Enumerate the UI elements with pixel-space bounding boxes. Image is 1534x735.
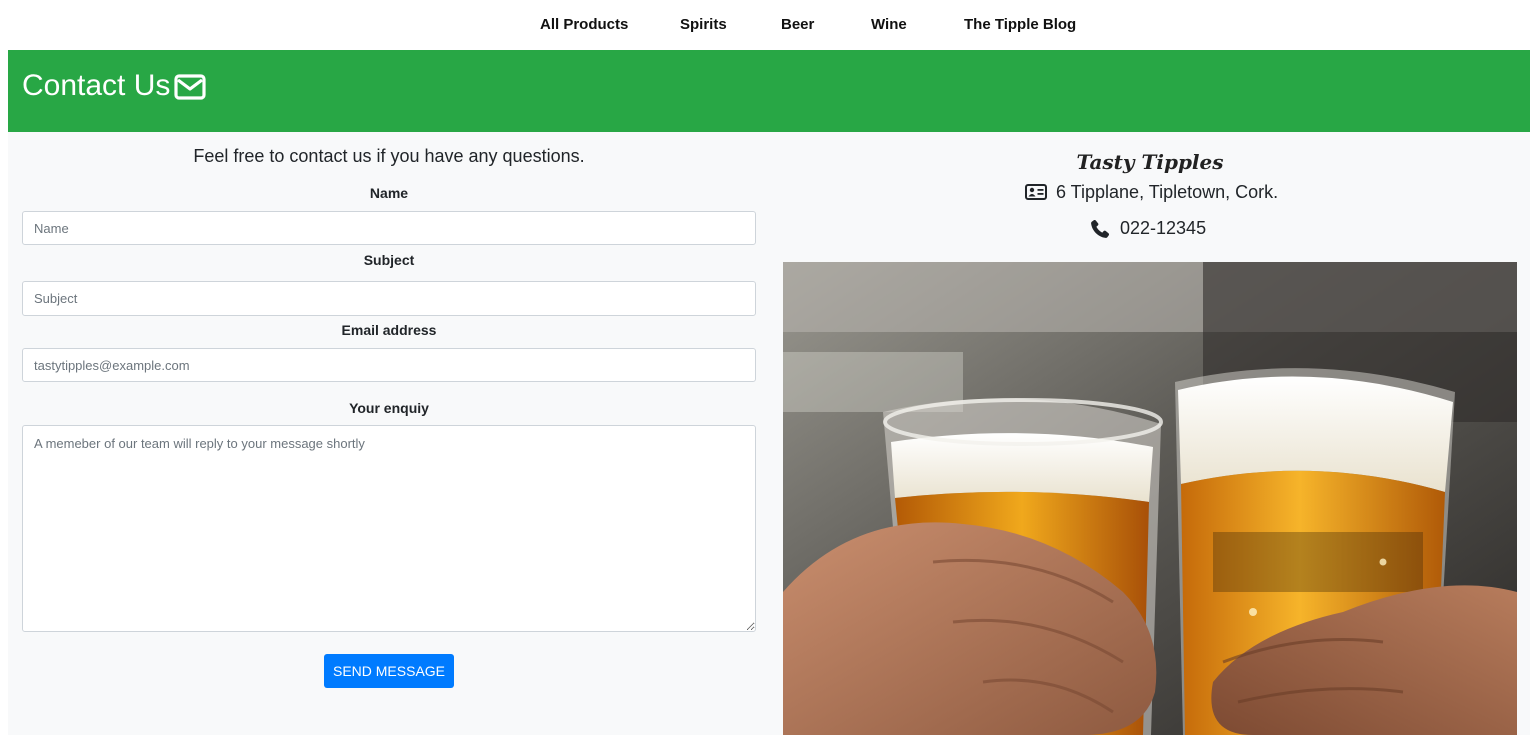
nav-tipple-blog[interactable]: The Tipple Blog bbox=[964, 16, 1076, 33]
beer-glasses-toast-image bbox=[783, 262, 1517, 735]
address-text: 6 Tipplane, Tipletown, Cork. bbox=[1056, 182, 1279, 202]
phone-text: 022-12345 bbox=[1120, 218, 1207, 238]
address-card-icon bbox=[1025, 184, 1047, 200]
phone-icon bbox=[1091, 219, 1110, 238]
send-message-button[interactable]: SEND MESSAGE bbox=[324, 654, 454, 688]
envelope-icon bbox=[174, 74, 206, 100]
store-name: Tasty Tipples bbox=[1076, 150, 1224, 174]
nav-wine[interactable]: Wine bbox=[871, 16, 907, 33]
enquiry-textarea[interactable] bbox=[22, 425, 756, 632]
name-label: Name bbox=[369, 185, 409, 201]
contact-intro: Feel free to contact us if you have any … bbox=[193, 146, 585, 166]
top-navigation: All Products Spirits Beer Wine The Tippl… bbox=[0, 0, 1534, 50]
contact-section: Feel free to contact us if you have any … bbox=[8, 132, 1530, 735]
email-input[interactable] bbox=[22, 348, 756, 382]
subject-input[interactable] bbox=[22, 281, 756, 316]
enquiry-label: Your enquiy bbox=[349, 400, 429, 416]
nav-beer[interactable]: Beer bbox=[781, 16, 814, 33]
page-title: Contact Us bbox=[22, 69, 171, 102]
email-label: Email address bbox=[341, 322, 437, 338]
nav-all-products[interactable]: All Products bbox=[540, 16, 628, 33]
contact-banner: Contact Us bbox=[8, 50, 1530, 132]
nav-spirits[interactable]: Spirits bbox=[680, 16, 727, 33]
subject-label: Subject bbox=[363, 252, 415, 268]
name-input[interactable] bbox=[22, 211, 756, 245]
